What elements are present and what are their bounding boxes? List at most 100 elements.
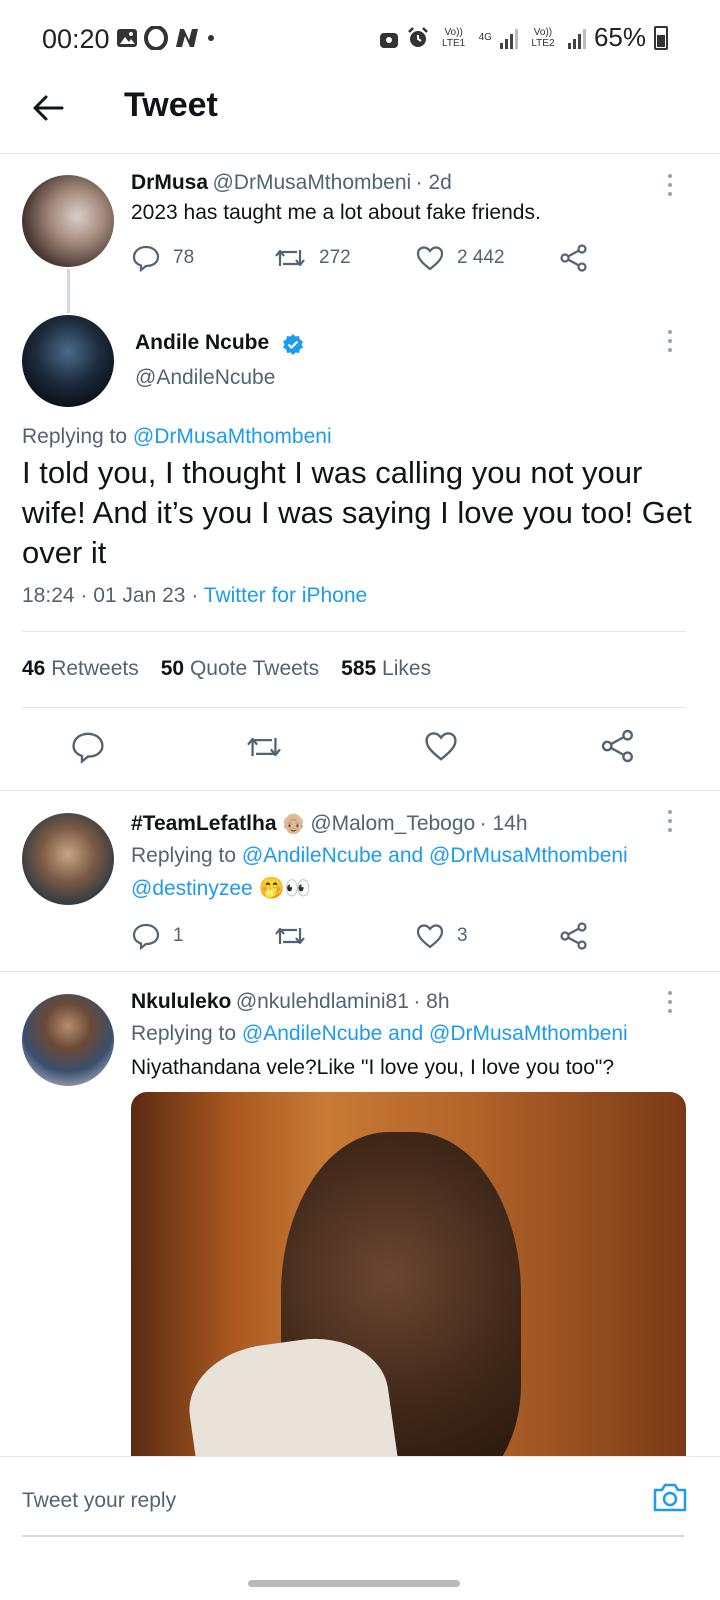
network-type-label: 4G	[478, 32, 492, 43]
tweet-time: 18:24	[22, 584, 75, 607]
app-header: Tweet	[0, 80, 720, 154]
author-handle[interactable]: @nkulehdlamini81	[236, 990, 409, 1013]
like-count: 2 442	[457, 247, 505, 268]
replying-to-label: Replying to	[131, 844, 237, 867]
tweet-source-link[interactable]: Twitter for iPhone	[204, 584, 367, 607]
retweets-label: Retweets	[51, 657, 139, 680]
retweet-button[interactable]	[273, 922, 415, 950]
mention-link[interactable]: @destinyzee	[131, 877, 253, 900]
retweet-icon	[275, 927, 305, 945]
tweet-text: 2023 has taught me a lot about fake frie…	[131, 201, 541, 224]
share-icon	[560, 244, 587, 272]
opera-icon	[144, 26, 168, 50]
quote-tweets-stat[interactable]: 50 Quote Tweets	[161, 657, 319, 681]
more-options-button[interactable]	[660, 803, 680, 839]
more-options-button[interactable]	[660, 167, 680, 203]
reply-composer: Tweet your reply	[0, 1456, 720, 1546]
likes-stat[interactable]: 585 Likes	[341, 657, 431, 681]
retweet-icon	[275, 249, 305, 267]
reply-input[interactable]: Tweet your reply	[22, 1489, 176, 1513]
tweet-time: · 8h	[413, 990, 450, 1013]
like-button[interactable]: 2 442	[415, 244, 559, 272]
share-icon	[560, 922, 587, 950]
author-handle[interactable]: @Malom_Tebogo	[310, 812, 475, 835]
sim1-label: Vo)) LTE1	[442, 26, 466, 49]
replying-to-link[interactable]: @DrMusaMthombeni	[133, 425, 332, 448]
tweet-emoji: 🤭👀	[258, 877, 311, 900]
author-handle[interactable]: @DrMusaMthombeni	[212, 171, 411, 194]
reply-icon	[132, 923, 160, 951]
main-tweet-actions	[0, 725, 720, 775]
avatar[interactable]	[22, 175, 114, 267]
retweets-count: 46	[22, 657, 46, 680]
retweet-button[interactable]	[244, 731, 284, 768]
author-name[interactable]: #TeamLefatlha	[131, 812, 277, 835]
status-time: 00:20	[42, 24, 110, 54]
author-emoji: 👴🏼	[280, 813, 306, 835]
share-button[interactable]	[559, 244, 589, 272]
heart-icon	[425, 732, 457, 761]
like-button[interactable]: 3	[415, 922, 559, 950]
reply-tweet[interactable]: #TeamLefatlha 👴🏼 @Malom_Tebogo · 14h Rep…	[0, 791, 720, 971]
quote-tweets-label: Quote Tweets	[189, 657, 320, 680]
heart-icon	[416, 924, 444, 949]
avatar[interactable]	[22, 315, 114, 407]
battery-icon	[654, 25, 668, 50]
status-bar: 00:20 Vo)) LTE1 4G Vo)) LTE2 65%	[0, 0, 720, 80]
camera-button[interactable]	[652, 1481, 688, 1518]
share-button[interactable]	[559, 922, 589, 950]
retweet-count: 272	[319, 247, 351, 268]
page-title: Tweet	[124, 86, 218, 124]
tweet-actions: 78 272 2 442	[131, 243, 601, 273]
signal-1-icon	[499, 27, 518, 49]
more-options-button[interactable]	[660, 984, 680, 1020]
lock-notification-icon	[379, 32, 398, 48]
reply-tweet[interactable]: Nkululeko @nkulehdlamini81 · 8h Replying…	[0, 972, 720, 1456]
like-count: 3	[457, 925, 468, 946]
replying-to-label: Replying to	[22, 425, 128, 448]
reply-count: 1	[173, 925, 184, 946]
gallery-icon	[117, 29, 137, 47]
more-options-button[interactable]	[660, 323, 680, 359]
tweet-text: I told you, I thought I was calling you …	[22, 455, 692, 570]
share-button[interactable]	[600, 729, 636, 768]
back-button[interactable]	[26, 86, 70, 130]
author-name[interactable]: Nkululeko	[131, 990, 231, 1013]
reply-button[interactable]: 78	[131, 243, 273, 273]
back-arrow-icon	[33, 95, 64, 121]
signal-2-icon	[567, 27, 586, 49]
retweet-button[interactable]: 272	[273, 244, 415, 272]
tweet-media-image[interactable]	[131, 1092, 686, 1456]
author-name[interactable]: DrMusa	[131, 171, 208, 194]
battery-percent: 65%	[593, 22, 646, 52]
avatar[interactable]	[22, 813, 114, 905]
home-indicator[interactable]	[248, 1580, 460, 1587]
retweets-stat[interactable]: 46 Retweets	[22, 657, 139, 681]
parent-tweet[interactable]: DrMusa @DrMusaMthombeni · 2d 2023 has ta…	[0, 155, 720, 313]
camera-icon	[653, 1483, 687, 1512]
quote-tweets-count: 50	[160, 657, 185, 680]
reply-button[interactable]	[70, 729, 106, 770]
tweet-date: 01 Jan 23	[93, 584, 186, 607]
reply-icon	[72, 732, 104, 764]
alarm-icon	[407, 26, 428, 47]
heart-icon	[416, 246, 444, 271]
author-handle[interactable]: @AndileNcube	[135, 366, 275, 390]
likes-count: 585	[341, 657, 377, 680]
tweet-time: · 2d	[415, 171, 452, 194]
avatar[interactable]	[22, 994, 114, 1086]
reply-count: 78	[173, 247, 195, 268]
share-icon	[601, 729, 633, 763]
retweet-icon	[247, 737, 281, 757]
reply-button[interactable]: 1	[131, 921, 273, 951]
tweet-time: · 14h	[479, 812, 528, 835]
like-button[interactable]	[423, 729, 459, 768]
reply-input-underline	[22, 1535, 684, 1537]
status-system-icons: Vo)) LTE1 4G Vo)) LTE2 65%	[379, 22, 668, 53]
replying-to-link[interactable]: @AndileNcube and @DrMusaMthombeni	[242, 844, 628, 867]
replying-to-link[interactable]: @AndileNcube and @DrMusaMthombeni	[242, 1022, 628, 1045]
author-name[interactable]: Andile Ncube	[135, 331, 269, 355]
sim2-label: Vo)) LTE2	[531, 26, 555, 49]
status-notification-icons	[116, 26, 216, 50]
main-tweet: Andile Ncube @AndileNcube Replying to @D…	[0, 305, 720, 790]
